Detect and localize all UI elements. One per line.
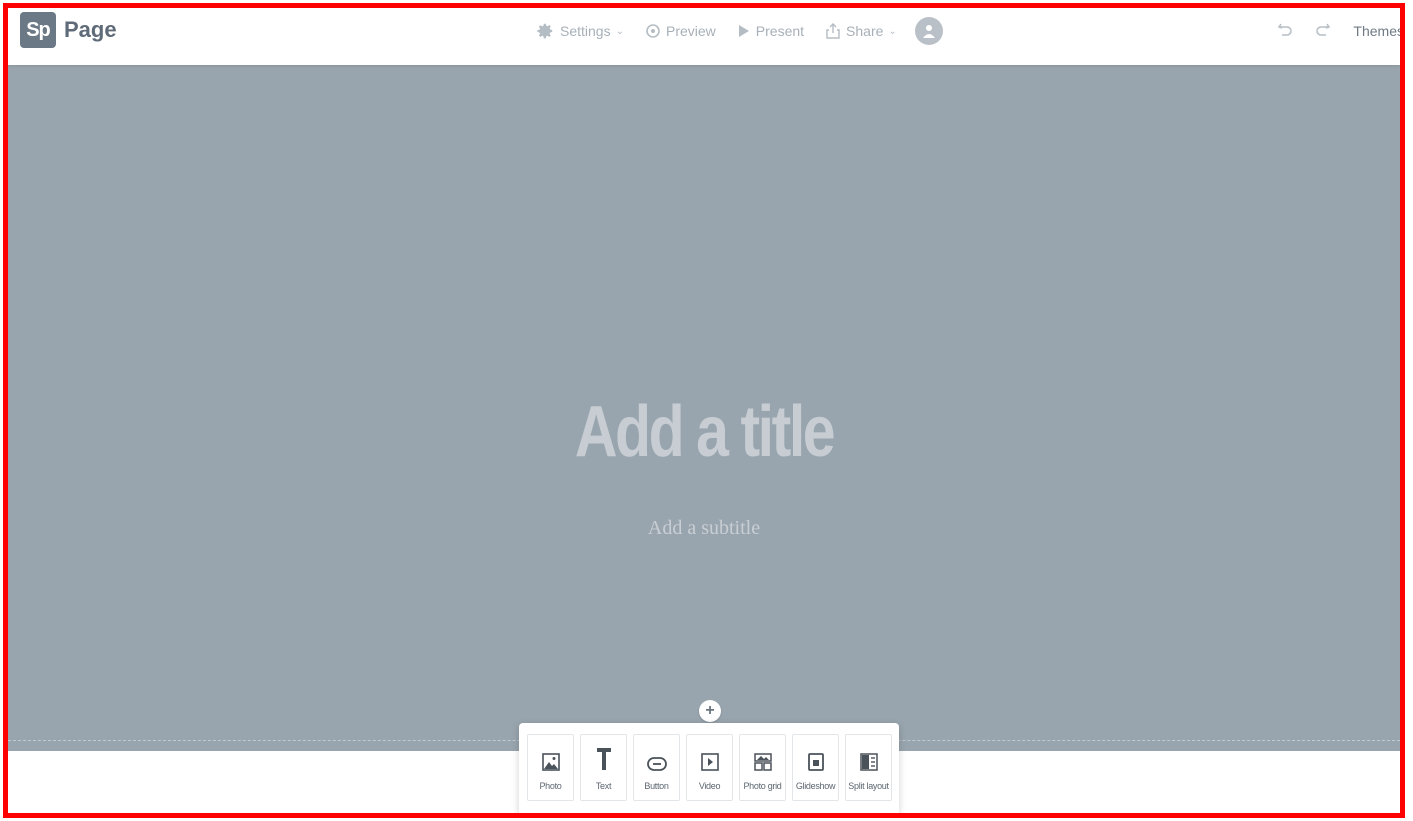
present-label: Present xyxy=(755,23,805,39)
share-label: Share xyxy=(846,23,884,39)
present-button[interactable]: Present xyxy=(738,23,804,39)
themes-button[interactable]: Themes xyxy=(1353,23,1400,39)
block-label: Photo grid xyxy=(743,781,782,791)
logo-badge: Sp xyxy=(20,12,56,48)
hero-section[interactable]: Add a title Add a subtitle xyxy=(8,65,1400,751)
block-label: Button xyxy=(644,781,669,791)
block-button[interactable]: Button xyxy=(633,734,680,801)
block-split-layout[interactable]: Split layout xyxy=(845,734,892,801)
user-avatar[interactable] xyxy=(914,17,943,45)
redo-icon[interactable] xyxy=(1315,21,1331,42)
text-icon xyxy=(596,735,612,771)
chevron-down-icon: ⌄ xyxy=(888,25,897,37)
top-toolbar: Sp Page Settings ⌄ Preview Present Share… xyxy=(8,8,1400,65)
photo-grid-icon xyxy=(753,735,772,771)
undo-icon[interactable] xyxy=(1277,21,1293,42)
settings-menu[interactable]: Settings ⌄ xyxy=(536,22,624,40)
play-icon xyxy=(738,24,750,38)
block-label: Split layout xyxy=(848,781,889,791)
block-label: Glideshow xyxy=(795,781,836,791)
photo-icon xyxy=(541,735,560,771)
logo-text: Page xyxy=(64,17,117,42)
block-label: Text xyxy=(595,781,612,791)
block-label: Video xyxy=(698,781,721,791)
share-icon xyxy=(826,23,840,39)
button-icon xyxy=(646,735,667,771)
chevron-down-icon: ⌄ xyxy=(615,25,624,37)
preview-icon xyxy=(646,24,660,38)
block-label: Photo xyxy=(539,781,562,791)
split-layout-icon xyxy=(859,735,878,771)
video-icon xyxy=(700,735,719,771)
preview-button[interactable]: Preview xyxy=(646,23,716,39)
app-frame: Sp Page Settings ⌄ Preview Present Share… xyxy=(3,3,1405,818)
preview-label: Preview xyxy=(665,23,716,39)
block-photo-grid[interactable]: Photo grid xyxy=(739,734,786,801)
settings-label: Settings xyxy=(560,23,611,39)
glideshow-icon xyxy=(807,735,824,771)
right-nav: Themes xyxy=(1277,14,1400,48)
subtitle-placeholder[interactable]: Add a subtitle xyxy=(8,517,1400,540)
gear-icon xyxy=(536,22,554,40)
block-glideshow[interactable]: Glideshow xyxy=(792,734,839,801)
add-block-button[interactable]: + xyxy=(699,700,721,722)
block-photo[interactable]: Photo xyxy=(527,734,574,801)
block-text[interactable]: Text xyxy=(580,734,627,801)
title-placeholder[interactable]: Add a title xyxy=(133,391,1274,473)
app-logo[interactable]: Sp Page xyxy=(20,12,117,48)
block-picker: Photo Text Button Video Photo grid Glide… xyxy=(519,723,899,813)
share-menu[interactable]: Share ⌄ xyxy=(826,23,897,39)
person-icon xyxy=(922,25,935,38)
block-video[interactable]: Video xyxy=(686,734,733,801)
center-nav: Settings ⌄ Preview Present Share ⌄ xyxy=(536,14,943,48)
